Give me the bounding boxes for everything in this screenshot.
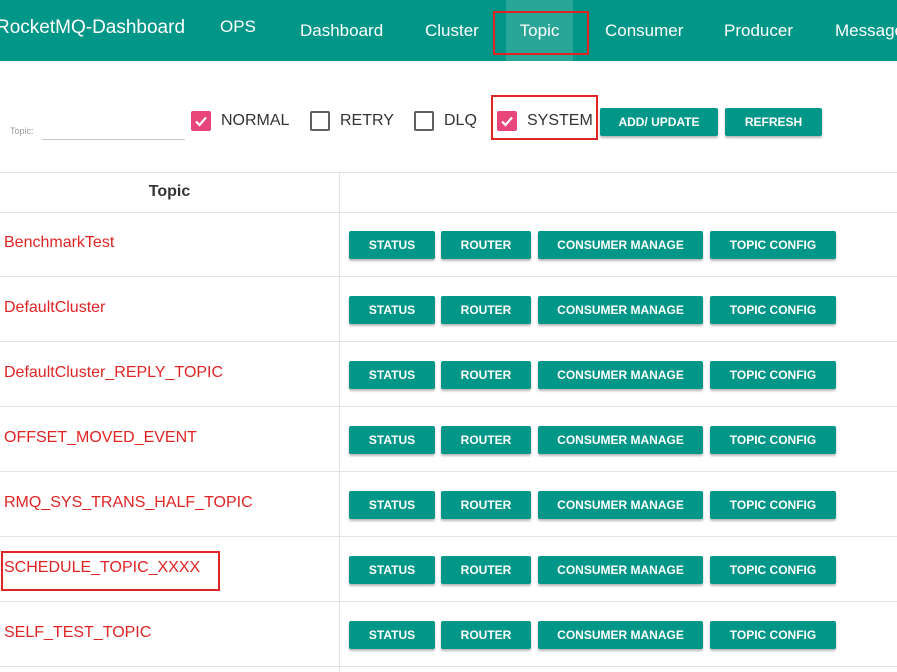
nav-item-cluster[interactable]: Cluster (425, 0, 479, 61)
status-button[interactable]: STATUS (349, 426, 435, 454)
router-button[interactable]: ROUTER (441, 621, 531, 649)
topic-name[interactable]: DefaultCluster_REPLY_TOPIC (4, 364, 223, 382)
dlq-checkbox[interactable] (414, 111, 434, 131)
system-checkbox-label[interactable]: SYSTEM (527, 111, 593, 131)
topic-config-button[interactable]: TOPIC CONFIG (710, 296, 836, 324)
top-navbar: RocketMQ-Dashboard OPS Dashboard Cluster… (0, 0, 897, 61)
nav-item-dashboard[interactable]: Dashboard (300, 0, 383, 61)
topic-config-button[interactable]: TOPIC CONFIG (710, 491, 836, 519)
nav-item-consumer[interactable]: Consumer (605, 0, 683, 61)
nav-item-producer[interactable]: Producer (724, 0, 793, 61)
topic-config-button[interactable]: TOPIC CONFIG (710, 231, 836, 259)
row-divider (0, 666, 897, 667)
router-button[interactable]: ROUTER (441, 361, 531, 389)
retry-checkbox-label[interactable]: RETRY (340, 111, 394, 131)
consumer-manage-button[interactable]: CONSUMER MANAGE (538, 621, 703, 649)
consumer-manage-button[interactable]: CONSUMER MANAGE (538, 491, 703, 519)
table-row: RMQ_SYS_TRANS_HALF_TOPIC STATUS ROUTER CONS… (0, 472, 897, 537)
router-button[interactable]: ROUTER (441, 426, 531, 454)
normal-checkbox[interactable] (191, 111, 211, 131)
topic-config-button[interactable]: TOPIC CONFIG (710, 361, 836, 389)
topic-filter-label: Topic: (10, 126, 34, 136)
status-button[interactable]: STATUS (349, 621, 435, 649)
table-row: SCHEDULE_TOPIC_XXXX STATUS ROUTER CONSUMER … (0, 537, 897, 602)
status-button[interactable]: STATUS (349, 231, 435, 259)
normal-checkbox-label[interactable]: NORMAL (221, 111, 289, 131)
topic-name[interactable]: SCHEDULE_TOPIC_XXXX (4, 559, 200, 577)
topic-config-button[interactable]: TOPIC CONFIG (710, 556, 836, 584)
checkmark-icon (501, 116, 513, 127)
nav-item-topic[interactable]: Topic (506, 0, 573, 61)
consumer-manage-button[interactable]: CONSUMER MANAGE (538, 296, 703, 324)
topic-name[interactable]: BenchmarkTest (4, 234, 114, 252)
router-button[interactable]: ROUTER (441, 296, 531, 324)
refresh-button[interactable]: REFRESH (725, 108, 822, 136)
topic-name[interactable]: SELF_TEST_TOPIC (4, 624, 151, 642)
consumer-manage-button[interactable]: CONSUMER MANAGE (538, 556, 703, 584)
retry-checkbox[interactable] (310, 111, 330, 131)
status-button[interactable]: STATUS (349, 491, 435, 519)
column-header-topic: Topic (148, 183, 191, 200)
brand-title[interactable]: RocketMQ-Dashboard (0, 0, 185, 56)
checkmark-icon (195, 116, 207, 127)
topic-name[interactable]: OFFSET_MOVED_EVENT (4, 429, 197, 447)
nav-item-message[interactable]: Message (835, 0, 897, 61)
consumer-manage-button[interactable]: CONSUMER MANAGE (538, 361, 703, 389)
router-button[interactable]: ROUTER (441, 231, 531, 259)
table-row: DefaultCluster_REPLY_TOPIC STATUS ROUTER CO… (0, 342, 897, 407)
topic-name[interactable]: DefaultCluster (4, 299, 105, 317)
table-row: SELF_TEST_TOPIC STATUS ROUTER CONSUMER MANA… (0, 602, 897, 667)
topic-name[interactable]: RMQ_SYS_TRANS_HALF_TOPIC (4, 494, 253, 512)
status-button[interactable]: STATUS (349, 296, 435, 324)
dlq-checkbox-label[interactable]: DLQ (444, 111, 477, 131)
router-button[interactable]: ROUTER (441, 556, 531, 584)
consumer-manage-button[interactable]: CONSUMER MANAGE (538, 231, 703, 259)
topic-config-button[interactable]: TOPIC CONFIG (710, 426, 836, 454)
status-button[interactable]: STATUS (349, 556, 435, 584)
topic-table: Topic BenchmarkTest STATUS ROUTER CONSUMER … (0, 172, 897, 672)
topic-filter-input[interactable] (42, 120, 185, 140)
consumer-manage-button[interactable]: CONSUMER MANAGE (538, 426, 703, 454)
system-checkbox[interactable] (497, 111, 517, 131)
topic-config-button[interactable]: TOPIC CONFIG (710, 621, 836, 649)
table-row: BenchmarkTest STATUS ROUTER CONSUMER MANAGE… (0, 212, 897, 277)
table-row: OFFSET_MOVED_EVENT STATUS ROUTER CONSUMER M… (0, 407, 897, 472)
table-row: DefaultCluster STATUS ROUTER CONSUMER MANAG… (0, 277, 897, 342)
router-button[interactable]: ROUTER (441, 491, 531, 519)
status-button[interactable]: STATUS (349, 361, 435, 389)
nav-item-ops[interactable]: OPS (220, 0, 256, 61)
add-update-button[interactable]: ADD/ UPDATE (600, 108, 718, 136)
